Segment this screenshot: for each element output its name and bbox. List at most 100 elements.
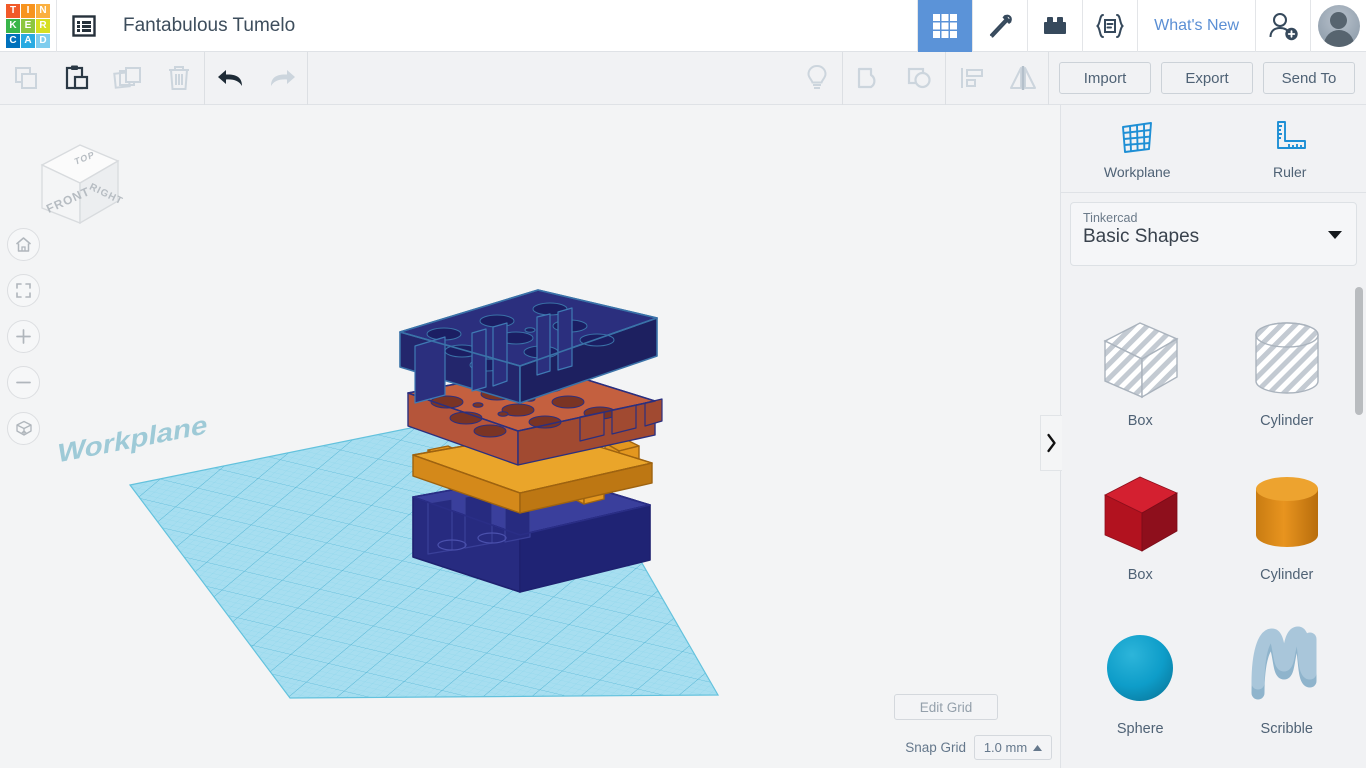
home-view-button[interactable] bbox=[7, 228, 40, 261]
box-hole-art bbox=[1093, 309, 1187, 411]
chevron-down-icon bbox=[1328, 231, 1342, 239]
ungroup-button[interactable] bbox=[894, 52, 945, 105]
mirror-icon bbox=[1009, 66, 1036, 90]
top-navigation-bar: TINKERCAD Fantabulous Tumelo What's New bbox=[0, 0, 1366, 52]
top-plate bbox=[399, 289, 658, 404]
zoom-in-button[interactable] bbox=[7, 320, 40, 353]
grid-icon bbox=[933, 13, 958, 38]
avatar bbox=[1317, 4, 1360, 47]
group-button[interactable] bbox=[843, 52, 894, 105]
tinkercad-editor: TINKERCAD Fantabulous Tumelo What's New … bbox=[0, 0, 1366, 768]
solid-sphere-icon bbox=[1107, 635, 1174, 701]
snap-grid-value: 1.0 mm bbox=[983, 740, 1028, 755]
zoom-out-button[interactable] bbox=[7, 366, 40, 399]
shape-item-scribble-shape[interactable]: Scribble bbox=[1214, 605, 1361, 759]
workplane: Workplane bbox=[56, 399, 720, 699]
logo-letter-r: R bbox=[36, 18, 50, 33]
align-button[interactable] bbox=[946, 52, 997, 105]
hole-box-icon bbox=[1103, 322, 1179, 399]
shape-label: Box bbox=[1127, 567, 1153, 583]
add-person-icon bbox=[1269, 12, 1298, 40]
fit-to-view-button[interactable] bbox=[7, 274, 40, 307]
bottom-plate bbox=[412, 472, 651, 593]
document-menu-button[interactable] bbox=[57, 0, 111, 52]
ruler-tool-label: Ruler bbox=[1273, 163, 1307, 180]
user-avatar-button[interactable] bbox=[1310, 0, 1366, 52]
stud-layer bbox=[412, 430, 653, 514]
nav-item-circuits[interactable] bbox=[972, 0, 1027, 52]
pickaxe-icon bbox=[990, 14, 1012, 38]
cube-perspective-icon bbox=[15, 420, 32, 436]
shape-library-select[interactable]: Tinkercad Basic Shapes bbox=[1070, 202, 1357, 266]
tinkercad-logo[interactable]: TIN KER CAD bbox=[0, 0, 56, 52]
align-icon bbox=[960, 68, 983, 88]
shape-label: Cylinder bbox=[1260, 567, 1314, 583]
shapes-scroll-area[interactable]: Box Cylinder Box Cylinder Sphere Scribbl… bbox=[1061, 285, 1366, 768]
duplicate-button[interactable] bbox=[102, 52, 153, 105]
3d-scene: Workplane bbox=[56, 289, 720, 699]
shape-item-cylinder-solid[interactable]: Cylinder bbox=[1214, 451, 1361, 605]
shape-item-cylinder-hole[interactable]: Cylinder bbox=[1214, 297, 1361, 451]
minus-icon bbox=[16, 381, 31, 384]
workplane-tool[interactable]: Workplane bbox=[1061, 105, 1214, 192]
view-cube[interactable]: TOP FRONT RIGHT bbox=[18, 123, 128, 228]
shape-label: Sphere bbox=[1116, 721, 1164, 737]
scribble-icon bbox=[1251, 626, 1317, 700]
shape-item-box-hole[interactable]: Box bbox=[1067, 297, 1214, 451]
logo-letter-t: T bbox=[6, 3, 20, 18]
redo-button[interactable] bbox=[256, 52, 307, 105]
paste-icon bbox=[65, 65, 88, 90]
export-button[interactable]: Export bbox=[1161, 62, 1253, 94]
undo-button[interactable] bbox=[205, 52, 256, 105]
nav-item-codeblocks[interactable] bbox=[1082, 0, 1137, 52]
document-title[interactable]: Fantabulous Tumelo bbox=[111, 15, 295, 37]
avatar-head bbox=[1330, 11, 1347, 29]
ortho-perspective-toggle[interactable] bbox=[7, 412, 40, 445]
logo-letter-a: A bbox=[21, 33, 35, 48]
shape-item-box-solid[interactable]: Box bbox=[1067, 451, 1214, 605]
copy-button[interactable] bbox=[0, 52, 51, 105]
hole-cylinder-icon bbox=[1255, 322, 1319, 394]
hint-button[interactable] bbox=[791, 52, 842, 105]
redo-arrow-icon bbox=[270, 70, 295, 86]
box-solid-art bbox=[1093, 463, 1187, 565]
ruler-icon bbox=[1276, 120, 1306, 149]
shape-label: Scribble bbox=[1260, 721, 1313, 737]
chevron-up-icon bbox=[1033, 744, 1043, 751]
solid-box-icon bbox=[1104, 476, 1179, 552]
group-shapes-icon bbox=[857, 67, 875, 89]
shape-library-kicker: Tinkercad bbox=[1083, 211, 1138, 225]
lightbulb-icon bbox=[806, 64, 827, 89]
shapes-grid: Box Cylinder Box Cylinder Sphere Scribbl… bbox=[1061, 285, 1366, 759]
snap-grid-select[interactable]: 1.0 mm bbox=[974, 735, 1052, 760]
snap-grid-label: Snap Grid bbox=[905, 740, 966, 755]
collapse-panel-button[interactable] bbox=[1040, 415, 1062, 471]
mirror-button[interactable] bbox=[997, 52, 1048, 105]
paste-button[interactable] bbox=[51, 52, 102, 105]
shapes-scrollbar[interactable] bbox=[1355, 287, 1363, 767]
nav-item-designs[interactable] bbox=[917, 0, 973, 52]
undo-arrow-icon bbox=[217, 70, 242, 86]
home-icon bbox=[16, 237, 31, 252]
avatar-body bbox=[1323, 29, 1354, 47]
workplane-icon bbox=[1122, 121, 1153, 153]
shape-label: Box bbox=[1127, 413, 1153, 429]
shapes-scrollbar-thumb[interactable] bbox=[1355, 287, 1363, 415]
delete-button[interactable] bbox=[153, 52, 204, 105]
invite-people-button[interactable] bbox=[1255, 0, 1310, 52]
list-menu-icon bbox=[72, 14, 96, 37]
shape-item-sphere-solid[interactable]: Sphere bbox=[1067, 605, 1214, 759]
solid-cylinder-icon bbox=[1255, 477, 1318, 547]
import-button[interactable]: Import bbox=[1059, 62, 1151, 94]
whats-new-link[interactable]: What's New bbox=[1137, 0, 1255, 52]
send-to-button[interactable]: Send To bbox=[1263, 62, 1355, 94]
shape-library-value: Basic Shapes bbox=[1083, 226, 1200, 247]
ruler-tool[interactable]: Ruler bbox=[1214, 105, 1366, 192]
lego-brick-icon bbox=[1044, 16, 1067, 34]
3d-canvas[interactable]: Workplane TOP FRONT RIGHT Edit Grid Snap… bbox=[0, 105, 1060, 768]
view-cube-icon bbox=[40, 144, 120, 225]
nav-item-blocks[interactable] bbox=[1027, 0, 1082, 52]
logo-letter-k: K bbox=[6, 18, 20, 33]
edit-grid-button[interactable]: Edit Grid bbox=[894, 694, 998, 720]
duplicate-icon bbox=[112, 67, 141, 89]
